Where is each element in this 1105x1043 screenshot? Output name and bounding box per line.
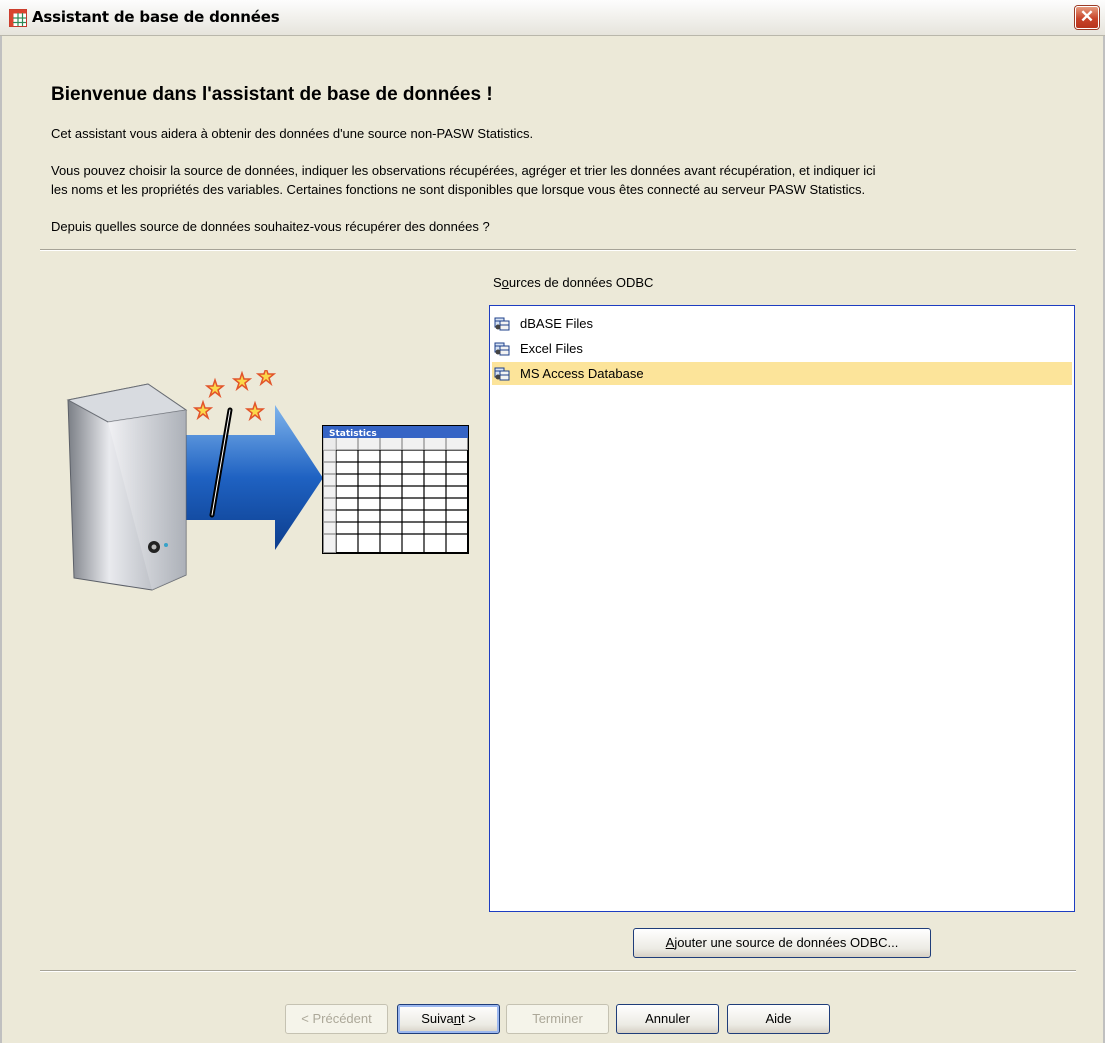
description-line-2: les noms et les propriétés des variables…	[51, 182, 866, 197]
help-button[interactable]: Aide	[727, 1004, 830, 1034]
cancel-button[interactable]: Annuler	[616, 1004, 719, 1034]
list-item-label: dBASE Files	[520, 316, 593, 331]
title-bar[interactable]: Assistant de base de données ✕	[0, 0, 1105, 36]
list-item-label: MS Access Database	[520, 366, 644, 381]
statistics-table-title: Statistics	[329, 429, 377, 439]
source-question: Depuis quelles source de données souhait…	[51, 219, 490, 234]
close-icon: ✕	[1079, 7, 1095, 26]
next-button[interactable]: Suivant >	[397, 1004, 500, 1034]
database-wizard-illustration: Statistics	[66, 370, 469, 591]
list-item-excel-files[interactable]: Excel Files	[492, 337, 1072, 360]
header-divider	[40, 249, 1076, 250]
footer-divider	[40, 970, 1076, 971]
odbc-datasource-icon	[494, 367, 510, 381]
description-line-1: Vous pouvez choisir la source de données…	[51, 163, 876, 178]
list-item-label: Excel Files	[520, 341, 583, 356]
odbc-sources-list[interactable]: dBASE Files Excel Files MS Access Databa…	[489, 305, 1075, 912]
window-title: Assistant de base de données	[32, 8, 280, 26]
list-item-ms-access-database[interactable]: MS Access Database	[492, 362, 1072, 385]
close-button[interactable]: ✕	[1075, 6, 1099, 29]
odbc-datasource-icon	[494, 342, 510, 356]
finish-button[interactable]: Terminer	[506, 1004, 609, 1034]
previous-button[interactable]: < Précédent	[285, 1004, 388, 1034]
add-odbc-source-button[interactable]: Ajouter une source de données ODBC...	[633, 928, 931, 958]
intro-text: Cet assistant vous aidera à obtenir des …	[51, 126, 534, 141]
odbc-datasource-icon	[494, 317, 510, 331]
arrow-icon	[168, 405, 323, 550]
list-item-dbase-files[interactable]: dBASE Files	[492, 312, 1072, 335]
grid-table-icon	[9, 9, 27, 27]
statistics-table-icon: Statistics	[322, 425, 469, 554]
odbc-sources-label: Sources de données ODBC	[493, 275, 654, 290]
page-title: Bienvenue dans l'assistant de base de do…	[51, 84, 493, 105]
